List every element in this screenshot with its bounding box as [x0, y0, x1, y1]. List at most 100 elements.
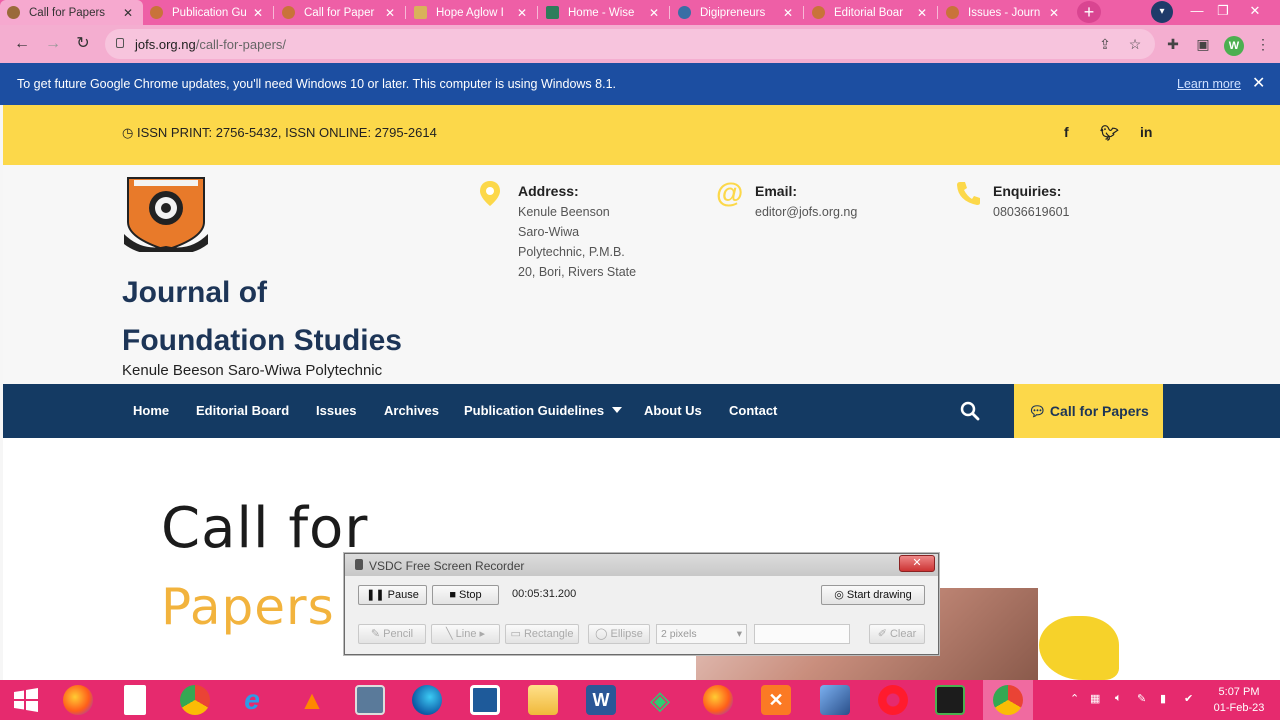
close-tab-icon[interactable]: ✕	[121, 6, 135, 20]
site-subtitle: Kenule Beeson Saro-Wiwa Polytechnic	[122, 362, 383, 379]
tab-search-icon[interactable]: ▾	[1151, 1, 1173, 23]
word-icon[interactable]: W	[586, 685, 616, 715]
app-icon[interactable]	[820, 685, 850, 715]
firefox-icon[interactable]	[703, 685, 733, 715]
profile-avatar[interactable]: W	[1224, 36, 1244, 56]
system-clock[interactable]: 5:07 PM 01-Feb-23	[1209, 684, 1269, 716]
email-value[interactable]: editor@jofs.org.ng	[755, 202, 857, 222]
nav-issues[interactable]: Issues	[316, 403, 356, 418]
new-tab-button[interactable]: +	[1077, 1, 1101, 23]
clock-date: 01-Feb-23	[1213, 702, 1265, 714]
close-tab-icon[interactable]: ✕	[647, 6, 661, 20]
clear-button[interactable]: ✐ Clear	[869, 624, 925, 644]
call-for-papers-button[interactable]: 💬︎ Call for Papers	[1014, 384, 1163, 438]
chrome-icon[interactable]	[180, 685, 210, 715]
share-icon[interactable]: ⇪	[1095, 34, 1115, 54]
nav-home[interactable]: Home	[133, 403, 169, 418]
tool-label: Line	[455, 628, 477, 640]
site-title[interactable]: Journal of Foundation Studies	[122, 269, 442, 365]
file-explorer-icon[interactable]	[528, 685, 558, 715]
polytechnic-logo[interactable]	[122, 174, 210, 252]
color-picker[interactable]	[754, 624, 850, 644]
site-top-bar: ◷ ISSN PRINT: 2756-5432, ISSN ONLINE: 27…	[3, 105, 1280, 165]
side-panel-icon[interactable]: ▣	[1193, 34, 1213, 54]
close-tab-icon[interactable]: ✕	[1047, 6, 1061, 20]
rectangle-icon: ▭	[510, 628, 521, 640]
xampp-icon[interactable]: ✕	[761, 685, 791, 715]
learn-more-link[interactable]: Learn more	[1177, 77, 1241, 91]
hero-title-line-2: Papers	[161, 578, 335, 636]
twitter-icon[interactable]: 🐦︎	[1100, 124, 1119, 142]
chrome-icon[interactable]	[993, 685, 1023, 715]
reload-icon[interactable]: ↻	[73, 34, 93, 54]
file-icon[interactable]	[124, 685, 146, 715]
ellipse-tool-button[interactable]: ◯ Ellipse	[588, 624, 650, 644]
forward-icon[interactable]: →	[43, 34, 63, 54]
bookmark-star-icon[interactable]: ☆	[1125, 34, 1145, 54]
app-icon[interactable]: ◈	[645, 685, 675, 715]
firefox-icon[interactable]	[63, 685, 93, 715]
email-label: Email:	[755, 183, 798, 199]
tab-home-wise[interactable]: Home - Wise ✕	[539, 0, 669, 25]
recorder-titlebar[interactable]: VSDC Free Screen Recorder ✕	[345, 554, 938, 576]
nav-about-us[interactable]: About Us	[644, 403, 702, 418]
security-shield-icon[interactable]: ✔	[1184, 692, 1193, 705]
close-tab-icon[interactable]: ✕	[515, 6, 529, 20]
tool-label: Rectangle	[523, 628, 574, 640]
nav-archives[interactable]: Archives	[384, 403, 439, 418]
pen-size-select[interactable]: 2 pixels ▾	[656, 624, 747, 644]
vlc-icon[interactable]: ▲	[297, 685, 327, 715]
pen-icon[interactable]: ✎	[1137, 692, 1146, 705]
tab-publication-guidelines[interactable]: Publication Gu ✕	[143, 0, 273, 25]
close-tab-icon[interactable]: ✕	[781, 6, 795, 20]
address-text: Kenule Beenson Saro-Wiwa Polytechnic, P.…	[518, 202, 636, 282]
favicon-icon	[150, 6, 163, 19]
network-icon[interactable]: ▦	[1090, 692, 1100, 705]
tab-call-for-paper[interactable]: Call for Paper ✕	[275, 0, 405, 25]
search-icon[interactable]	[960, 401, 980, 421]
calculator-icon[interactable]	[355, 685, 385, 715]
tab-editorial-board[interactable]: Editorial Boar ✕	[805, 0, 937, 25]
eraser-icon: ✐	[877, 628, 887, 640]
linkedin-icon[interactable]: in	[1140, 124, 1152, 140]
maximize-icon[interactable]: ❐	[1208, 0, 1238, 25]
tab-issues-journal[interactable]: Issues - Journ ✕	[939, 0, 1069, 25]
nav-contact[interactable]: Contact	[729, 403, 777, 418]
tab-call-for-papers[interactable]: Call for Papers ✕	[0, 0, 143, 25]
pencil-tool-button[interactable]: ✎ Pencil	[358, 624, 426, 644]
url-text[interactable]: jofs.org.ng/call-for-papers/	[135, 37, 286, 52]
address-bar[interactable]: jofs.org.ng/call-for-papers/	[105, 29, 1155, 59]
camtasia-icon[interactable]	[935, 685, 965, 715]
url-host: jofs.org.ng	[135, 37, 196, 52]
nav-editorial-board[interactable]: Editorial Board	[196, 403, 289, 418]
app-icon[interactable]	[470, 685, 500, 715]
extensions-icon[interactable]: ✚	[1163, 34, 1183, 54]
close-tab-icon[interactable]: ✕	[383, 6, 397, 20]
volume-icon[interactable]: 🔈︎	[1115, 692, 1122, 705]
close-tab-icon[interactable]: ✕	[915, 6, 929, 20]
close-tab-icon[interactable]: ✕	[251, 6, 265, 20]
tab-hope-aglow[interactable]: Hope Aglow I ✕	[407, 0, 537, 25]
vsdc-recorder-window: VSDC Free Screen Recorder ✕ ❚❚ Pause ■ S…	[344, 553, 939, 655]
nav-publication-guidelines[interactable]: Publication Guidelines	[464, 403, 623, 418]
edge-icon[interactable]	[412, 685, 442, 715]
close-icon[interactable]: ✕	[1252, 73, 1265, 93]
rectangle-tool-button[interactable]: ▭ Rectangle	[505, 624, 579, 644]
battery-icon[interactable]: ▮	[1160, 692, 1166, 705]
show-hidden-icons-icon[interactable]: ⌃	[1070, 692, 1079, 705]
menu-icon[interactable]: ⋮	[1253, 34, 1273, 54]
enquiries-value[interactable]: 08036619601	[993, 202, 1069, 222]
tab-digipreneurs[interactable]: Digipreneurs ✕	[671, 0, 803, 25]
facebook-icon[interactable]: f	[1064, 124, 1069, 140]
internet-explorer-icon[interactable]: e	[237, 685, 267, 715]
pause-button[interactable]: ❚❚ Pause	[358, 585, 427, 605]
favicon-icon	[946, 6, 959, 19]
stop-button[interactable]: ■ Stop	[432, 585, 499, 605]
back-icon[interactable]: ←	[12, 34, 32, 54]
line-tool-button[interactable]: ╲ Line ▸	[431, 624, 500, 644]
windows-start-icon[interactable]	[11, 685, 41, 715]
start-drawing-button[interactable]: ◎ Start drawing	[821, 585, 925, 605]
opera-icon[interactable]	[878, 685, 908, 715]
close-window-icon[interactable]: ✕	[1240, 0, 1270, 25]
close-icon[interactable]: ✕	[899, 555, 935, 572]
